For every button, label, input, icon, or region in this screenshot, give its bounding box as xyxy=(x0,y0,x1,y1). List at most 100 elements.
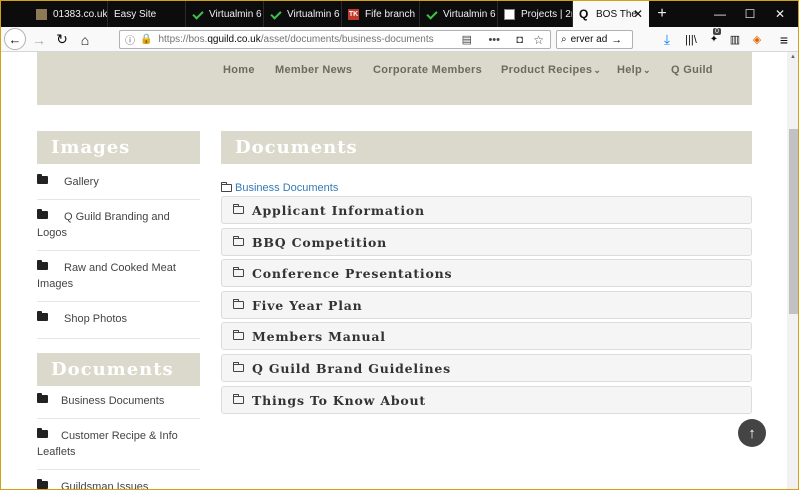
navigation-bar: ← → ↻ ⌂ ⓘ 🔒 https://bos. qguild.co.uk/ass… xyxy=(1,27,798,52)
scrollbar[interactable]: ▲ xyxy=(787,52,798,489)
pocket-icon[interactable]: ◘ xyxy=(516,34,523,46)
q-icon: Q xyxy=(579,6,589,21)
folder-label: Q Guild Brand Guidelines xyxy=(252,360,452,376)
menu-product-recipes[interactable]: Product Recipes⌄ xyxy=(501,64,601,76)
tab-fife-branch[interactable]: TK Fife branch xyxy=(342,1,420,27)
folder-open-icon xyxy=(233,362,244,372)
extension-badge: 0 xyxy=(713,28,721,35)
tab-virtualmin-1[interactable]: Virtualmin 6 xyxy=(186,1,264,27)
menu-home[interactable]: Home xyxy=(223,64,255,76)
folder-icon xyxy=(37,479,48,489)
sidebar-item-label: Business Documents xyxy=(61,395,165,407)
tab-label: Virtualmin 6 xyxy=(209,8,262,20)
library-icon[interactable]: |||\ xyxy=(684,30,698,49)
arrow-up-icon: ↑ xyxy=(748,424,756,442)
bookmark-star-icon[interactable]: ☆ xyxy=(533,33,544,47)
url-bar[interactable]: ⓘ 🔒 https://bos. qguild.co.uk/asset/docum… xyxy=(119,30,551,49)
sidebar-item-label: Guildsman Issues xyxy=(61,481,149,490)
reload-icon[interactable]: ↻ xyxy=(54,30,70,49)
folder-open-icon xyxy=(233,299,244,309)
forward-icon[interactable]: → xyxy=(31,30,47,49)
folder-icon xyxy=(37,260,48,270)
search-go-icon[interactable]: → xyxy=(611,34,622,46)
sidebar-item-business-documents[interactable]: Business Documents xyxy=(37,386,200,419)
back-icon[interactable]: ← xyxy=(4,28,26,50)
menu-icon[interactable]: ≡ xyxy=(776,30,792,49)
site-header: Home Member News Corporate Members Produ… xyxy=(37,52,752,105)
info-icon[interactable]: ⓘ xyxy=(125,32,135,47)
close-window-icon[interactable]: ✕ xyxy=(765,1,795,27)
tk-icon: TK xyxy=(348,8,359,20)
menu-member-news[interactable]: Member News xyxy=(275,64,352,76)
extension-icon[interactable]: 0 ✦ xyxy=(706,28,722,49)
sidebar-item-recipe-leaflets[interactable]: Customer Recipe & Info Leaflets xyxy=(37,419,200,470)
folder-open-icon xyxy=(233,267,244,277)
tab-label: 01383.co.uk xyxy=(53,8,108,20)
new-tab-button[interactable]: + xyxy=(649,1,675,27)
scroll-to-top-button[interactable]: ↑ xyxy=(738,419,766,447)
home-icon[interactable]: ⌂ xyxy=(77,30,93,49)
folder-label: Conference Presentations xyxy=(252,265,453,281)
download-icon[interactable]: ⤓ xyxy=(660,30,674,49)
minimize-icon[interactable]: — xyxy=(705,1,735,27)
folder-open-icon xyxy=(233,330,244,340)
sidebar-item-meat-images[interactable]: Raw and Cooked Meat Images xyxy=(37,251,200,302)
url-prefix: https://bos. xyxy=(158,34,208,45)
sidebar-item-label: Gallery xyxy=(64,176,99,188)
folder-label: Applicant Information xyxy=(252,202,425,218)
tab-easy-site[interactable]: Easy Site xyxy=(108,1,186,27)
chevron-down-icon: ⌄ xyxy=(643,65,651,75)
folder-row[interactable]: Applicant Information xyxy=(221,196,752,224)
tab-virtualmin-2[interactable]: Virtualmin 6 xyxy=(264,1,342,27)
breadcrumb-label[interactable]: Business Documents xyxy=(235,182,338,194)
sidebar-images: Images Gallery Q Guild Branding and Logo… xyxy=(37,131,200,339)
browser-window: 01383.co.uk Easy Site Virtualmin 6 Virtu… xyxy=(0,0,799,490)
breadcrumb[interactable]: Business Documents xyxy=(221,182,338,194)
addon-icon[interactable]: ◈ xyxy=(750,30,764,49)
folder-row[interactable]: Q Guild Brand Guidelines xyxy=(221,354,752,382)
page-title: Documents xyxy=(221,131,752,164)
more-actions-icon[interactable]: ••• xyxy=(488,34,500,46)
folder-icon xyxy=(37,311,48,321)
sidebar-item-branding[interactable]: Q Guild Branding and Logos xyxy=(37,200,200,251)
search-input[interactable]: ⌕ erver ad → xyxy=(556,30,633,49)
tab-bos-active[interactable]: Q BOS The ✕ xyxy=(573,1,649,27)
reader-view-icon[interactable]: ▤ xyxy=(462,33,472,46)
menu-corporate-members[interactable]: Corporate Members xyxy=(373,64,482,76)
folder-row[interactable]: BBQ Competition xyxy=(221,228,752,256)
folder-icon xyxy=(37,393,48,403)
page-content: Home Member News Corporate Members Produ… xyxy=(1,52,787,490)
folder-row[interactable]: Members Manual xyxy=(221,322,752,350)
folder-icon xyxy=(37,428,48,438)
tab-projects[interactable]: Projects | 2n xyxy=(498,1,573,27)
search-text: erver ad xyxy=(570,34,608,45)
folder-row[interactable]: Five Year Plan xyxy=(221,291,752,319)
folder-open-icon xyxy=(233,204,244,214)
folder-open-icon xyxy=(221,182,232,192)
tab-virtualmin-3[interactable]: Virtualmin 6 xyxy=(420,1,498,27)
check-icon xyxy=(270,9,281,20)
scrollbar-thumb[interactable] xyxy=(789,129,798,314)
sidebar-item-gallery[interactable]: Gallery xyxy=(37,164,200,200)
sidebar-item-guildsman-issues[interactable]: Guildsman Issues xyxy=(37,470,200,490)
menu-q-guild[interactable]: Q Guild xyxy=(671,64,713,76)
tab-label: Projects | 2n xyxy=(521,8,573,20)
folder-row[interactable]: Things To Know About xyxy=(221,386,752,414)
folder-icon xyxy=(37,174,48,184)
check-icon xyxy=(426,9,437,20)
scroll-up-arrow-icon[interactable]: ▲ xyxy=(790,54,796,60)
close-tab-icon[interactable]: ✕ xyxy=(633,7,643,21)
sidebar-item-shop-photos[interactable]: Shop Photos xyxy=(37,302,200,339)
folder-label: Things To Know About xyxy=(252,392,426,408)
sidebar-item-label: Shop Photos xyxy=(64,313,127,325)
tab-01383[interactable]: 01383.co.uk xyxy=(30,1,108,27)
folder-label: Members Manual xyxy=(252,328,386,344)
tab-label: BOS The xyxy=(596,8,637,20)
sidebar-icon[interactable]: ▥ xyxy=(728,30,742,49)
tab-label: Virtualmin 6 xyxy=(443,8,496,20)
url-path: /asset/documents/business-documents xyxy=(260,34,434,45)
maximize-icon[interactable]: ☐ xyxy=(735,1,765,27)
menu-help[interactable]: Help⌄ xyxy=(617,64,651,76)
folder-row[interactable]: Conference Presentations xyxy=(221,259,752,287)
folder-label: Five Year Plan xyxy=(252,297,363,313)
